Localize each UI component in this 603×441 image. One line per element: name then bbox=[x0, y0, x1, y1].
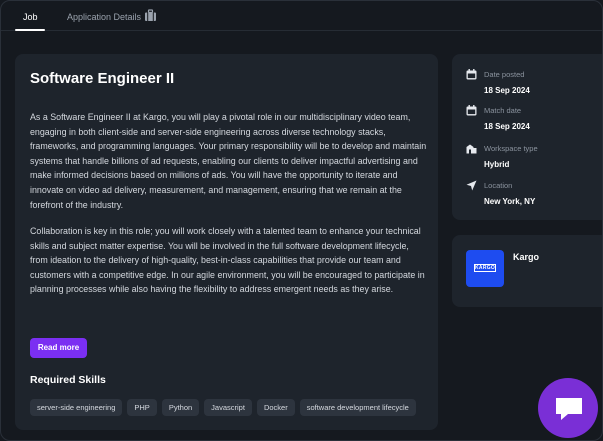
location-arrow-icon bbox=[466, 180, 477, 191]
workspace-type-label: Workspace type bbox=[484, 144, 538, 153]
required-skills-heading: Required Skills bbox=[30, 374, 106, 386]
skill-chip: Python bbox=[161, 399, 200, 416]
read-more-button[interactable]: Read more bbox=[30, 338, 87, 358]
skill-chip: Javascript bbox=[204, 399, 252, 416]
tab-job[interactable]: Job bbox=[23, 9, 38, 31]
company-logo: KARGO bbox=[466, 250, 504, 287]
skill-chip: PHP bbox=[127, 399, 157, 416]
tab-bar: Job Application Details bbox=[1, 1, 602, 31]
job-description-paragraph-2: Collaboration is key in this role; you w… bbox=[30, 226, 425, 295]
company-name: Kargo bbox=[513, 252, 540, 262]
location-label: Location bbox=[484, 181, 513, 190]
workspace-type-value: Hybrid bbox=[484, 160, 510, 169]
chat-bubble-icon bbox=[556, 398, 582, 420]
calendar-icon bbox=[466, 69, 477, 80]
job-description-card: Software Engineer II As a Software Engin… bbox=[15, 54, 438, 430]
date-posted-label: Date posted bbox=[484, 70, 525, 79]
active-tab-indicator bbox=[15, 29, 45, 31]
skills-list: server-side engineering PHP Python Javascri… bbox=[30, 399, 427, 417]
date-posted-value: 18 Sep 2024 bbox=[484, 86, 530, 95]
job-description-paragraph-1: As a Software Engineer II at Kargo, you … bbox=[30, 112, 427, 210]
job-info-card: Date posted 18 Sep 2024 Match date 18 Se… bbox=[452, 54, 602, 220]
location-value: New York, NY bbox=[484, 197, 536, 206]
job-title: Software Engineer II bbox=[30, 70, 175, 87]
company-card[interactable]: KARGO Kargo bbox=[452, 235, 602, 307]
tab-application-details-label: Application Details bbox=[67, 12, 142, 22]
job-detail-view: Job Application Details Software Enginee… bbox=[0, 0, 603, 441]
building-icon bbox=[466, 144, 477, 154]
company-logo-text: KARGO bbox=[474, 264, 496, 272]
match-date-value: 18 Sep 2024 bbox=[484, 122, 530, 131]
calendar-icon bbox=[466, 105, 477, 116]
skill-chip: server-side engineering bbox=[30, 399, 123, 416]
tab-job-label: Job bbox=[23, 12, 38, 22]
tab-application-details[interactable]: Application Details bbox=[67, 9, 141, 31]
chat-button[interactable] bbox=[538, 378, 598, 438]
skill-chip: Docker bbox=[256, 399, 295, 416]
briefcase-icon bbox=[145, 9, 156, 21]
skill-chip: software development lifecycle bbox=[299, 399, 416, 416]
match-date-label: Match date bbox=[484, 106, 522, 115]
